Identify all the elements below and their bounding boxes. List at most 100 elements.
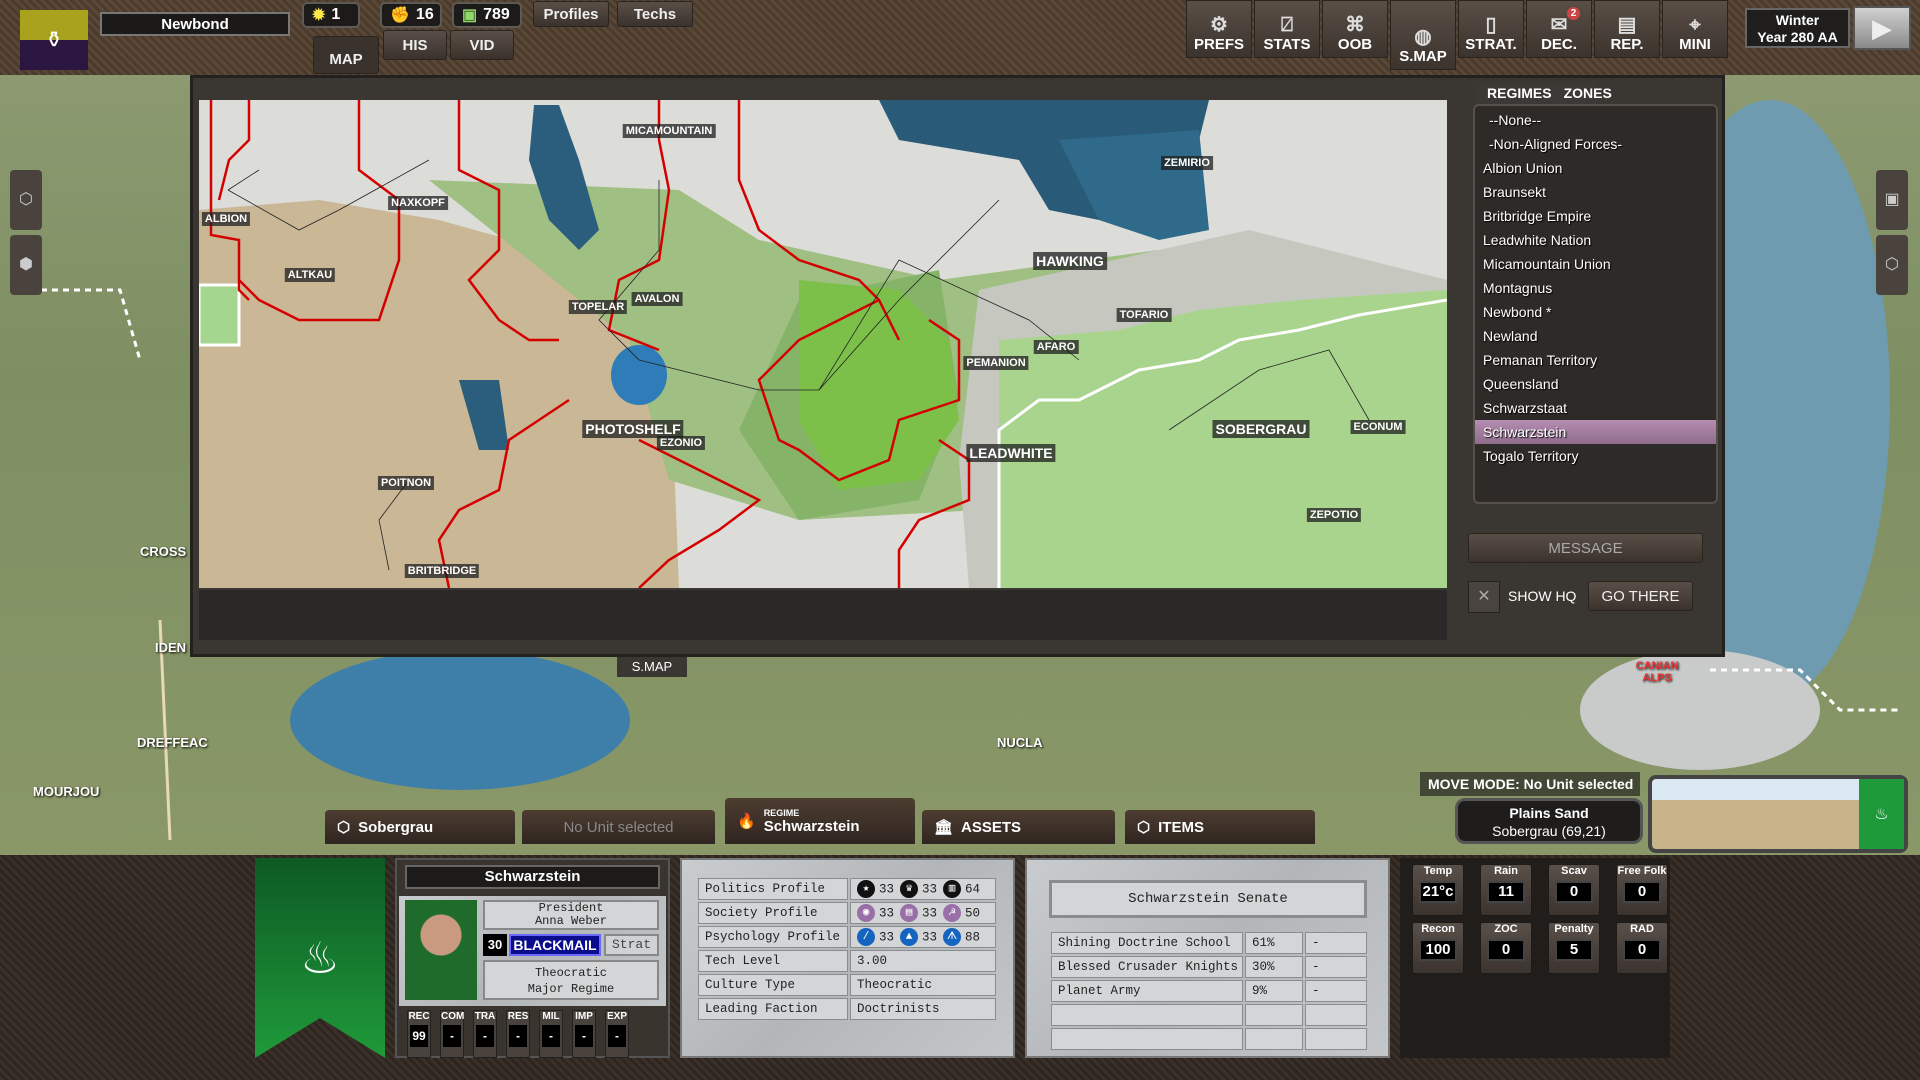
stat-value: 21°c [1419,881,1457,903]
senate-extra [1305,1028,1367,1050]
city-label[interactable]: POITNON [377,476,435,490]
leader-mode[interactable]: Strat [604,934,659,956]
side-button[interactable]: ⬡ [10,170,42,230]
city-label[interactable]: AVALON [631,292,683,306]
regime-list-item[interactable]: Schwarzstaat [1475,396,1716,420]
regime-list-item[interactable]: Braunsekt [1475,180,1716,204]
regime-list-item[interactable]: Newland [1475,324,1716,348]
tab-map[interactable]: MAP [313,36,379,74]
regime-list-item[interactable]: Pemanan Territory [1475,348,1716,372]
tab-zones[interactable]: ZONES [1564,85,1612,101]
rep-button[interactable]: ▤ REP. [1594,0,1660,58]
leader-stat-exp: EXP - [605,1010,629,1058]
trait-value: 33 [879,882,895,897]
city-label[interactable]: NAXKOPF [388,196,448,210]
show-hq-checkbox[interactable]: ✕ [1468,581,1500,613]
city-label[interactable]: EZONIO [656,436,706,450]
profile-trait[interactable]: ♛ 33 [900,880,937,898]
tab-unit[interactable]: No Unit selected [522,810,715,844]
profile-trait[interactable]: ᗑ 88 [943,928,980,946]
city-label[interactable]: TOFARIO [1116,308,1172,322]
regime-flag[interactable]: ⚱ [20,10,88,70]
regime-list-item[interactable]: Newbond * [1475,300,1716,324]
senate-faction: Blessed Crusader Knights [1051,956,1243,978]
tab-label: ITEMS [1158,818,1204,836]
profile-trait[interactable]: ★ 33 [857,880,894,898]
tab-vid[interactable]: VID [450,30,514,60]
regime-list-item[interactable]: -Non-Aligned Forces- [1475,132,1716,156]
profiles-button[interactable]: Profiles [533,1,609,27]
senate-extra: - [1305,980,1367,1002]
city-label[interactable]: ZEPOTIO [1306,508,1362,522]
city-label[interactable]: SOBERGRAU [1212,420,1310,438]
side-button[interactable]: ⬡ [1876,235,1908,295]
smap-button[interactable]: ◍ S.MAP [1390,0,1456,70]
hex-stat-free-folk: Free Folk 0 [1616,864,1668,916]
leader-portrait[interactable] [405,900,477,1000]
stats-button[interactable]: ⍁ STATS [1254,0,1320,58]
regime-list-item[interactable]: Micamountain Union [1475,252,1716,276]
tab-hex[interactable]: ⬡ Sobergrau [325,810,515,844]
regime-list-item[interactable]: --None-- [1475,108,1716,132]
senate-panel: Schwarzstein Senate Shining Doctrine Sch… [1025,858,1390,1058]
tab-items[interactable]: ⬡ ITEMS [1125,810,1315,844]
go-there-button[interactable]: GO THERE [1588,581,1693,611]
tab-assets[interactable]: 🏛 ASSETS [922,810,1115,844]
gear-icon: ⚙ [1210,14,1228,36]
button-label: OOB [1337,36,1373,53]
regime-list-item[interactable]: Togalo Territory [1475,444,1716,468]
top-bar: ⚱ Newbond ✹ 1 ✊ 16 ▣ 789 Profiles Techs MAP… [0,0,1920,75]
city-label[interactable]: LEADWHITE [966,444,1056,462]
oob-button[interactable]: ⌘ OOB [1322,0,1388,58]
end-turn-button[interactable]: ▶ [1853,6,1911,50]
strategic-map[interactable]: ALBION NAXKOPF ALTKAU MICAMOUNTAIN TOPEL… [199,100,1447,588]
dec-button[interactable]: ✉ 2 DEC. [1526,0,1592,58]
stat-value: - [443,1025,461,1047]
strat-button[interactable]: ▯ STRAT. [1458,0,1524,58]
terrain-location: Sobergrau (69,21) [1492,823,1606,839]
city-label[interactable]: ZEMIRIO [1161,156,1213,170]
lake [290,650,630,790]
terrain-picture: ♨ [1648,775,1908,853]
city-label[interactable]: HAWKING [1033,252,1107,270]
regime-list[interactable]: --None-- -Non-Aligned Forces- Albion Union… [1473,104,1718,504]
city-label[interactable]: ALBION [201,212,251,226]
prefs-button[interactable]: ⚙ PREFS [1186,0,1252,58]
mini-button[interactable]: ⌖ MINI [1662,0,1728,58]
profile-trait[interactable]: ☭ 50 [943,904,980,922]
regime-list-item[interactable]: Britbridge Empire [1475,204,1716,228]
stat-value: 100 [1419,939,1457,961]
city-label[interactable]: AFARO [1033,340,1079,354]
side-button[interactable]: ⬢ [10,235,42,295]
profile-trait[interactable]: / 33 [857,928,894,946]
city-label[interactable]: BRITBRIDGE [404,564,480,578]
stat-value: 11 [1487,881,1525,903]
side-button[interactable]: ▣ [1876,170,1908,230]
profile-trait[interactable]: ◉ 33 [857,904,894,922]
tab-regime[interactable]: 🔥 REGIME Schwarzstein [725,798,915,844]
regime-list-item[interactable]: Leadwhite Nation [1475,228,1716,252]
profile-trait[interactable]: ▲ 33 [900,928,937,946]
year: Year 280 AA [1757,29,1838,45]
leader-trait[interactable]: BLACKMAIL [509,934,601,956]
regime-list-item[interactable]: Schwarzstein [1475,420,1716,444]
trait-value: 33 [879,906,895,921]
city-label[interactable]: TOPELAR [568,300,628,314]
city-label[interactable]: PEMANION [963,356,1029,370]
city-label[interactable]: ECONUM [1350,420,1406,434]
profile-trait[interactable]: ▥ 64 [943,880,980,898]
tab-his[interactable]: HIS [383,30,447,60]
hex-stat-penalty: Penalty 5 [1548,922,1600,974]
city-label[interactable]: ALTKAU [284,268,336,282]
profile-trait[interactable]: ▤ 33 [900,904,937,922]
leader-stat-mil: MIL - [539,1010,563,1058]
techs-button[interactable]: Techs [617,1,693,27]
regime-list-item[interactable]: Albion Union [1475,156,1716,180]
message-button[interactable]: MESSAGE [1468,533,1703,563]
tab-regimes[interactable]: REGIMES [1487,85,1552,101]
regime-list-item[interactable]: Queensland [1475,372,1716,396]
flame-icon: 🔥 [737,813,756,830]
regime-list-item[interactable]: Montagnus [1475,276,1716,300]
city-label[interactable]: MICAMOUNTAIN [622,124,716,138]
profile-label: Leading Faction [698,998,848,1020]
